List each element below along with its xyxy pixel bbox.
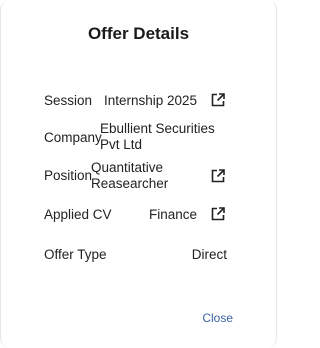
position-value-line1: Quantitative [91, 160, 164, 175]
modal-title: Offer Details [87, 24, 190, 43]
company-value-line1: Ebullient Securities [100, 121, 215, 136]
session-row: Session Internship 2025 [44, 91, 230, 111]
applied-cv-row: Applied CV Finance [44, 205, 230, 225]
session-value: Internship 2025 [104, 93, 198, 108]
position-external-link-icon[interactable] [210, 168, 226, 184]
applied-cv-label: Applied CV [44, 207, 112, 222]
applied-cv-value: Finance [149, 207, 198, 222]
position-row: Position Quantitative Reasearcher [44, 160, 230, 194]
close-button[interactable]: Close [202, 311, 233, 325]
offer-type-row: Offer Type Direct [44, 245, 230, 265]
offer-type-value: Direct [191, 247, 227, 262]
position-label: Position [44, 168, 93, 183]
session-external-link-icon[interactable] [210, 92, 226, 108]
offer-details-modal: Offer Details Session Internship 2025 Co… [0, 0, 277, 348]
position-value-line2: Reasearcher [91, 176, 169, 191]
company-label: Company [44, 130, 102, 145]
applied-cv-external-link-icon[interactable] [210, 206, 226, 222]
offer-type-label: Offer Type [44, 247, 107, 262]
company-row: Company Ebullient Securities Pvt Ltd [44, 121, 230, 155]
session-label: Session [44, 93, 93, 108]
company-value-line2: Pvt Ltd [100, 137, 143, 152]
